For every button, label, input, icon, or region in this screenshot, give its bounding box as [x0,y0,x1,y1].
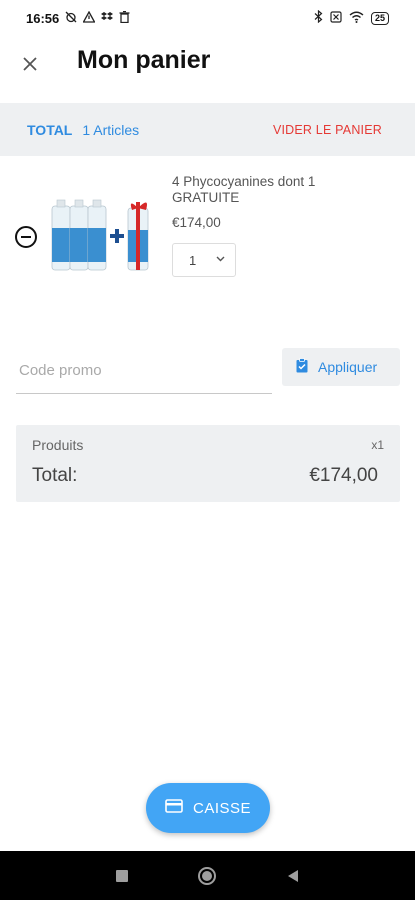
promo-code-input[interactable] [16,348,272,394]
total-bar: TOTAL 1 Articles VIDER LE PANIER [0,103,415,156]
quantity-value: 1 [189,252,197,268]
apply-promo-button[interactable]: Appliquer [282,348,400,386]
home-button[interactable] [196,865,218,887]
page-title: Mon panier [77,46,211,74]
empty-cart-button[interactable]: VIDER LE PANIER [273,123,382,137]
remove-item-button[interactable] [15,226,37,248]
back-button[interactable] [282,865,304,887]
back-triangle-icon [288,870,298,882]
square-icon [116,870,128,882]
total-count: 1 Articles [82,121,140,138]
header: Mon panier [0,36,415,100]
close-button[interactable] [16,50,44,78]
total-label-summary: Total: [32,465,78,486]
recents-button[interactable] [111,865,133,887]
apply-promo-label: Appliquer [318,359,378,375]
navigation-bar [0,851,415,900]
total-label: TOTAL [27,121,73,138]
home-circle-icon [198,867,216,885]
dropbox-icon [101,11,114,26]
close-icon [23,57,37,71]
credit-card-icon [165,799,183,817]
checkout-label: CAISSE [192,799,252,817]
status-right: 25 [314,9,389,26]
products-quantity: x1 [371,438,384,452]
products-label: Produits [32,437,84,453]
wifi-icon [349,11,364,26]
product-image [48,198,160,276]
status-bar: 16:56 25 [0,0,415,36]
battery-indicator: 25 [370,11,389,25]
product-name: 4 Phycocyanines dont 1 GRATUITE [172,174,316,205]
sim-off-icon [330,10,342,26]
alarm-off-icon [65,11,77,26]
product-price: €174,00 [172,215,221,230]
quantity-select[interactable]: 1 [172,243,236,277]
trash-icon [119,10,130,26]
checkout-button[interactable]: CAISSE [146,783,270,833]
bluetooth-icon [314,9,323,26]
clipboard-check-icon [296,358,308,376]
status-left: 16:56 [26,10,130,26]
chevron-down-icon [216,253,225,265]
warning-icon [82,10,96,26]
status-time: 16:56 [26,10,60,26]
total-value: €174,00 [309,465,378,486]
order-summary: Produits x1 Total: €174,00 [16,425,400,502]
